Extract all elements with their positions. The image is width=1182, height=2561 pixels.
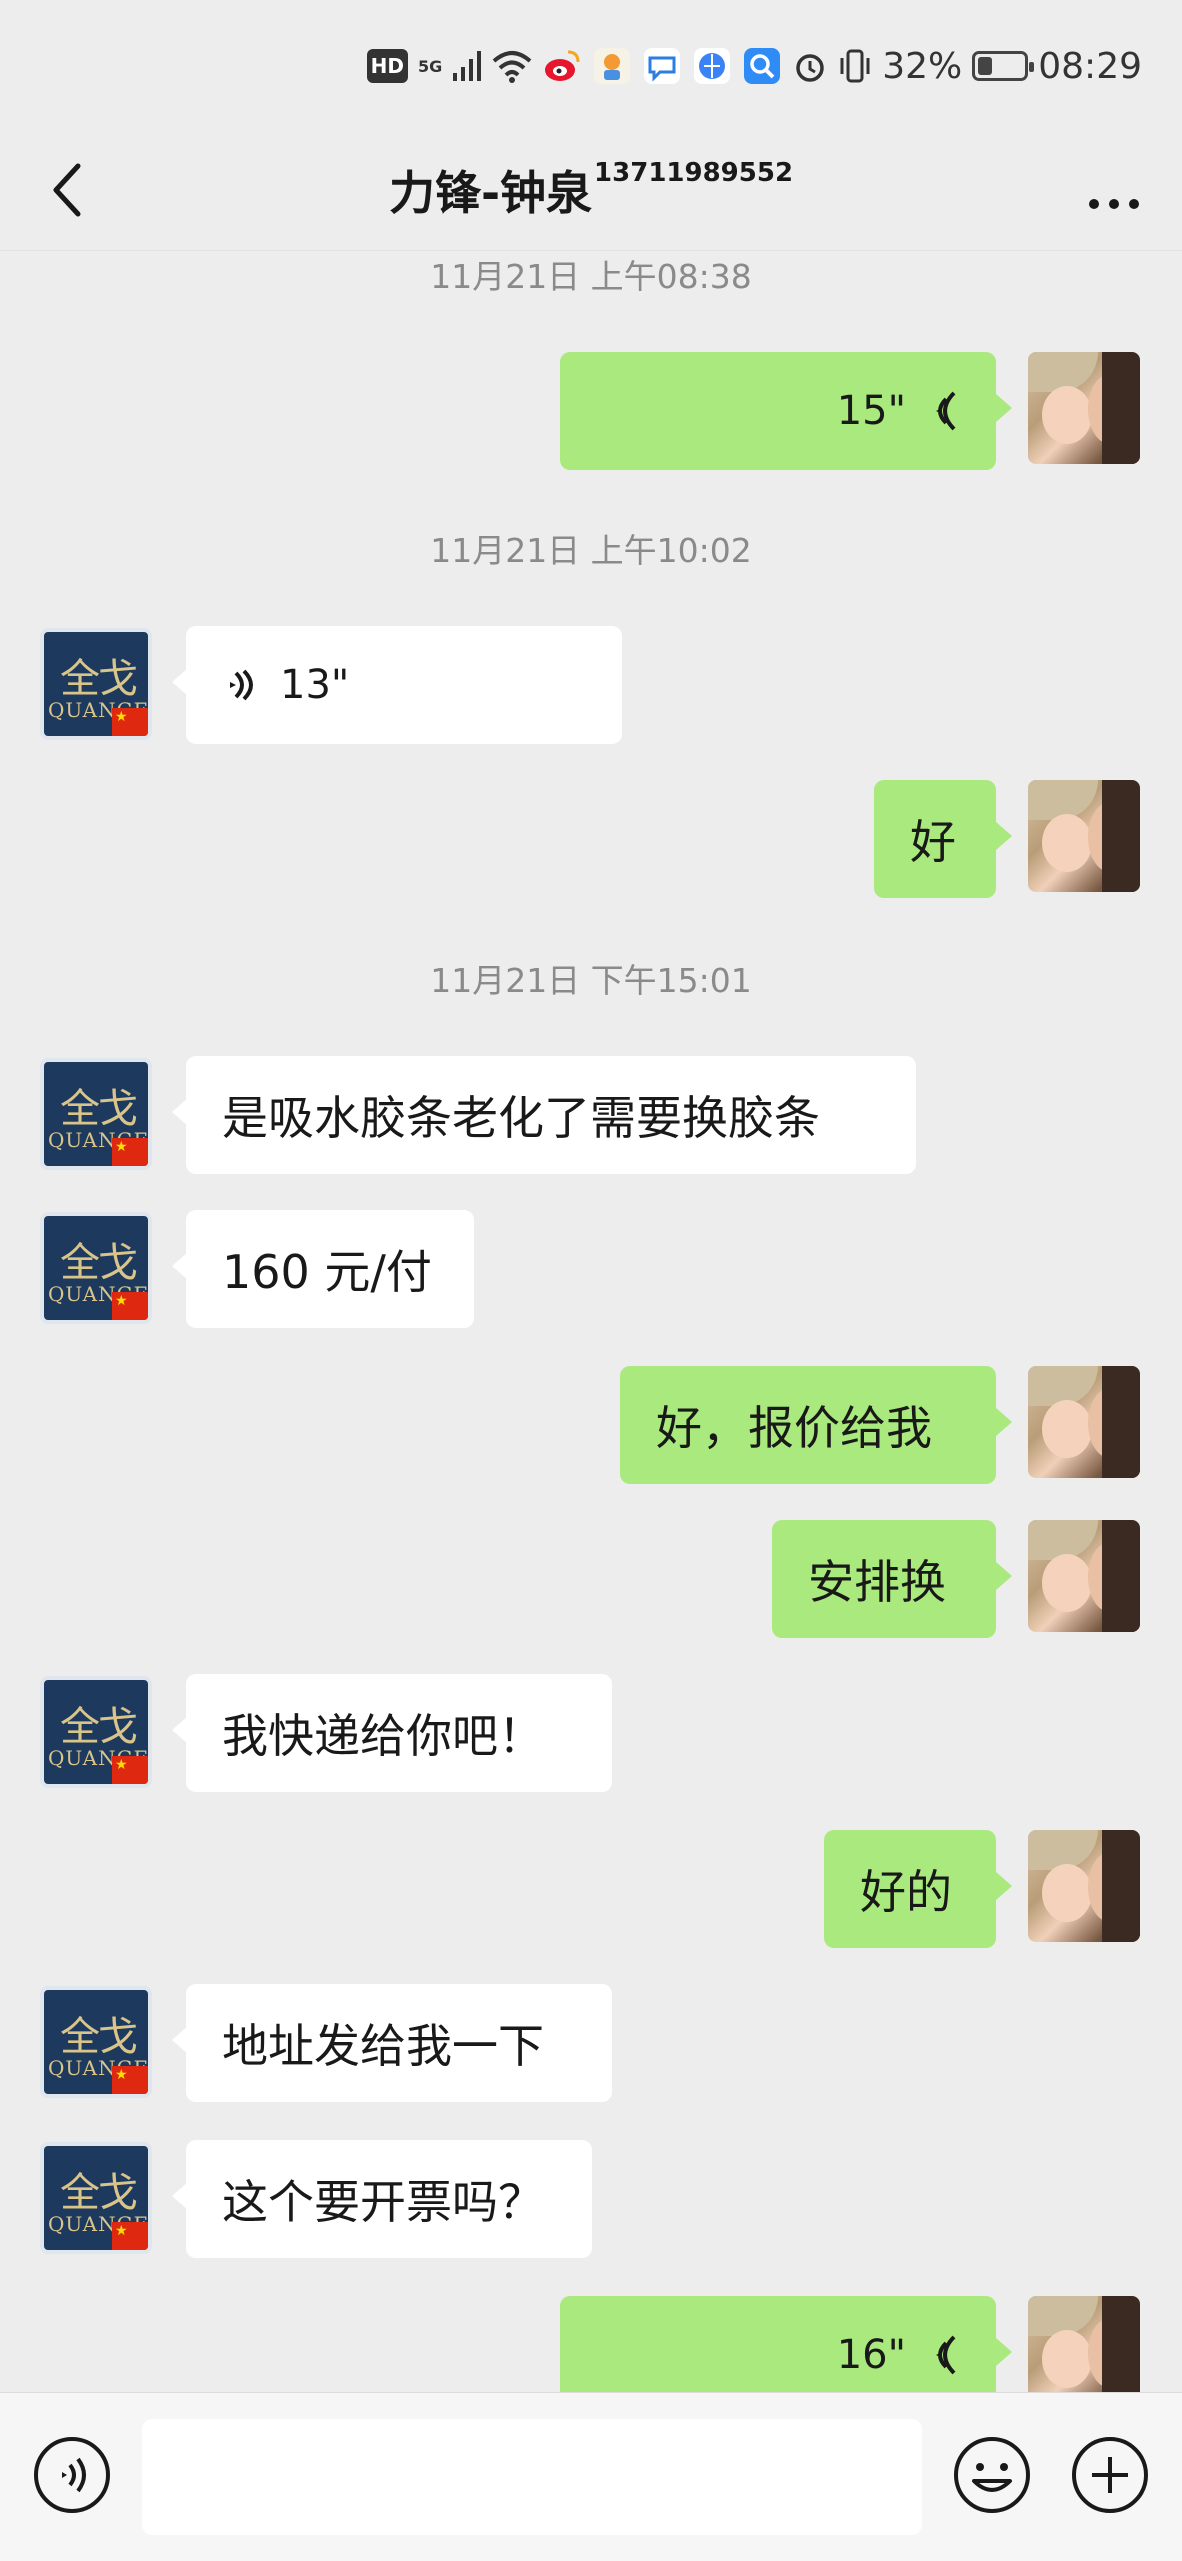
vibrate-icon	[840, 49, 870, 83]
browser-icon	[694, 48, 731, 84]
voice-message-sent[interactable]: 15"	[560, 352, 1012, 470]
chat-header: 力锋-钟泉 13711989552	[0, 130, 1182, 251]
contact-name: 力锋-钟泉	[388, 166, 593, 220]
voice-playback-icon	[230, 669, 253, 701]
more-options-icon[interactable]	[1076, 152, 1152, 228]
contact-avatar[interactable]: 全戈 QUANGE	[40, 2142, 152, 2254]
contact-avatar[interactable]: 全戈 QUANGE	[40, 1212, 152, 1324]
china-flag-icon	[112, 1292, 148, 1320]
voice-message-received[interactable]: 13"	[172, 626, 622, 744]
message-bubble-sent[interactable]: 好	[874, 780, 1012, 898]
voice-playback-icon	[936, 2335, 956, 2375]
avatar-logo-text: 全戈	[60, 656, 138, 702]
add-plus-icon[interactable]	[1068, 2433, 1152, 2517]
message-bubble-sent[interactable]: 好，报价给我	[620, 1366, 1012, 1484]
message-bubble-received[interactable]: 我快递给你吧！	[172, 1674, 612, 1792]
timestamp: 11月21日 下午15:01	[430, 961, 752, 1000]
china-flag-icon	[112, 2222, 148, 2250]
voice-duration: 13"	[280, 662, 350, 708]
message-bubble-sent[interactable]: 安排换	[772, 1520, 1012, 1638]
china-flag-icon	[112, 1756, 148, 1784]
voice-input-icon[interactable]	[30, 2433, 114, 2517]
wifi-icon	[492, 51, 532, 83]
signal-icon	[453, 51, 482, 81]
contact-avatar[interactable]: 全戈 QUANGE	[40, 1986, 152, 2098]
avatar-logo-text: 全戈	[60, 1704, 138, 1750]
message-bubble-received[interactable]: 160 元/付	[172, 1210, 474, 1328]
input-bar	[0, 2392, 1182, 2561]
battery-percent: 32%	[882, 45, 963, 87]
my-avatar[interactable]	[1028, 352, 1140, 464]
clock: 08:29	[1038, 45, 1142, 87]
contact-phone: 13711989552	[594, 158, 794, 188]
app-icon	[594, 48, 631, 84]
message-input[interactable]	[142, 2419, 922, 2535]
voice-duration: 15"	[836, 388, 906, 434]
message-icon	[644, 48, 681, 84]
avatar-logo-text: 全戈	[60, 1240, 138, 1286]
alarm-icon	[796, 54, 824, 82]
voice-duration: 16"	[836, 2332, 906, 2378]
page-title: 力锋-钟泉 13711989552	[0, 130, 1182, 250]
network-type: 5G	[417, 56, 443, 76]
voice-playback-icon	[936, 391, 956, 431]
message-bubble-received[interactable]: 是吸水胶条老化了需要换胶条	[172, 1056, 916, 1174]
message-bubble-sent[interactable]: 好的	[824, 1830, 1012, 1948]
avatar-logo-text: 全戈	[60, 1086, 138, 1132]
my-avatar[interactable]	[1028, 780, 1140, 892]
china-flag-icon	[112, 708, 148, 736]
contact-avatar[interactable]: 全戈 QUANGE	[40, 1676, 152, 1788]
china-flag-icon	[112, 1138, 148, 1166]
battery-icon	[972, 51, 1035, 81]
message-list[interactable]: 11月21日 上午08:38 15" 11月21日 上午10:02 全戈 QUA…	[0, 250, 1182, 2392]
avatar-logo-text: 全戈	[60, 2170, 138, 2216]
my-avatar[interactable]	[1028, 1366, 1140, 1478]
message-bubble-received[interactable]: 地址发给我一下	[172, 1984, 612, 2102]
emoji-icon[interactable]	[950, 2433, 1034, 2517]
status-icons: HD 5G 32% 08:29	[366, 40, 1142, 92]
battery-level	[978, 57, 993, 75]
search-app-icon	[744, 48, 781, 84]
china-flag-icon	[112, 2066, 148, 2094]
my-avatar[interactable]	[1028, 1520, 1140, 1632]
weibo-icon	[545, 50, 580, 81]
voice-message-sent[interactable]: 16"	[560, 2296, 1012, 2392]
avatar-logo-text: 全戈	[60, 2014, 138, 2060]
timestamp: 11月21日 上午08:38	[430, 257, 752, 296]
timestamp: 11月21日 上午10:02	[430, 531, 752, 570]
contact-avatar[interactable]: 全戈 QUANGE	[40, 628, 152, 740]
my-avatar[interactable]	[1028, 2296, 1140, 2392]
hd-icon: HD	[366, 49, 408, 83]
status-bar: HD 5G 32% 08:29	[0, 0, 1182, 130]
contact-avatar[interactable]: 全戈 QUANGE	[40, 1058, 152, 1170]
my-avatar[interactable]	[1028, 1830, 1140, 1942]
message-bubble-received[interactable]: 这个要开票吗？	[172, 2140, 592, 2258]
